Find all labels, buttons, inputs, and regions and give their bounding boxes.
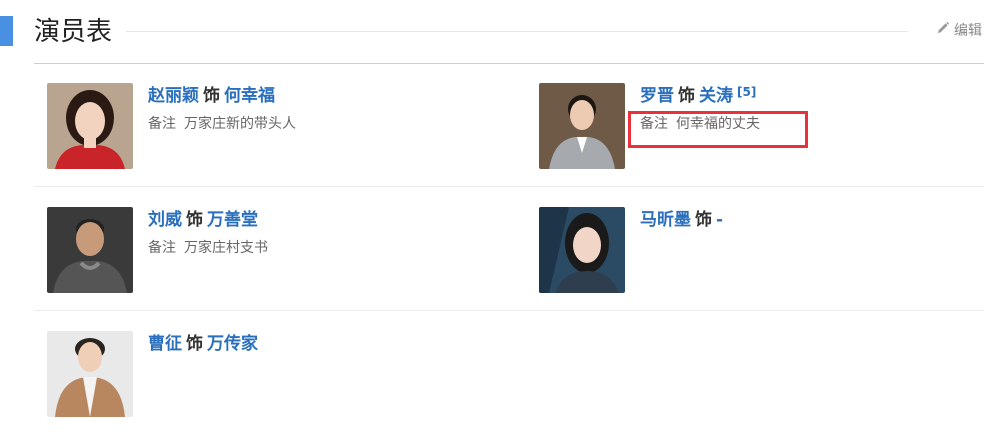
actor-photo[interactable] <box>47 207 133 293</box>
cast-item: 曹征饰万传家 <box>47 331 507 421</box>
role-name-link[interactable]: 何幸福 <box>224 86 275 106</box>
header-divider <box>34 63 984 64</box>
actor-name-link[interactable]: 刘威 <box>148 210 182 230</box>
actor-photo[interactable] <box>47 331 133 417</box>
cast-name-line: 刘威饰万善堂 <box>148 208 258 232</box>
edit-label: 编辑 <box>954 23 982 39</box>
row-divider <box>34 310 984 311</box>
cast-note: 备注 万家庄新的带头人 <box>148 114 296 134</box>
role-name-link[interactable]: 关涛 <box>699 86 733 106</box>
actor-photo[interactable] <box>47 83 133 169</box>
cast-name-line: 赵丽颖饰何幸福 <box>148 84 275 108</box>
cast-item: 刘威饰万善堂 备注 万家庄村支书 <box>47 207 507 297</box>
edit-link[interactable]: 编辑 <box>936 20 982 40</box>
section-accent-bar <box>0 16 13 46</box>
actor-name-link[interactable]: 马昕墨 <box>640 210 691 230</box>
note-text: 万家庄新的带头人 <box>184 116 296 132</box>
as-label: 饰 <box>203 86 220 106</box>
as-label: 饰 <box>186 210 203 230</box>
as-label: 饰 <box>695 210 712 230</box>
cast-name-line: 罗晋饰关涛 [5] <box>640 84 756 108</box>
cast-note: 备注 万家庄村支书 <box>148 238 268 258</box>
cast-name-line: 曹征饰万传家 <box>148 332 258 356</box>
actor-name-link[interactable]: 赵丽颖 <box>148 86 199 106</box>
highlight-annotation-box <box>628 111 808 148</box>
role-name-text: - <box>716 210 724 230</box>
citation-link[interactable]: [5] <box>737 85 756 99</box>
pencil-icon <box>936 21 950 39</box>
note-text: 万家庄村支书 <box>184 240 268 256</box>
note-label: 备注 <box>148 116 176 132</box>
role-name-link[interactable]: 万传家 <box>207 334 258 354</box>
row-divider <box>34 186 984 187</box>
actor-photo[interactable] <box>539 83 625 169</box>
cast-item: 赵丽颖饰何幸福 备注 万家庄新的带头人 <box>47 83 507 173</box>
actor-name-link[interactable]: 曹征 <box>148 334 182 354</box>
cast-item: 马昕墨饰 - <box>539 207 999 297</box>
actor-name-link[interactable]: 罗晋 <box>640 86 674 106</box>
note-label: 备注 <box>148 240 176 256</box>
cast-name-line: 马昕墨饰 - <box>640 208 723 232</box>
section-title: 演员表 <box>34 17 113 47</box>
role-name-link[interactable]: 万善堂 <box>207 210 258 230</box>
actor-photo[interactable] <box>539 207 625 293</box>
as-label: 饰 <box>678 86 695 106</box>
title-divider <box>126 31 908 32</box>
as-label: 饰 <box>186 334 203 354</box>
